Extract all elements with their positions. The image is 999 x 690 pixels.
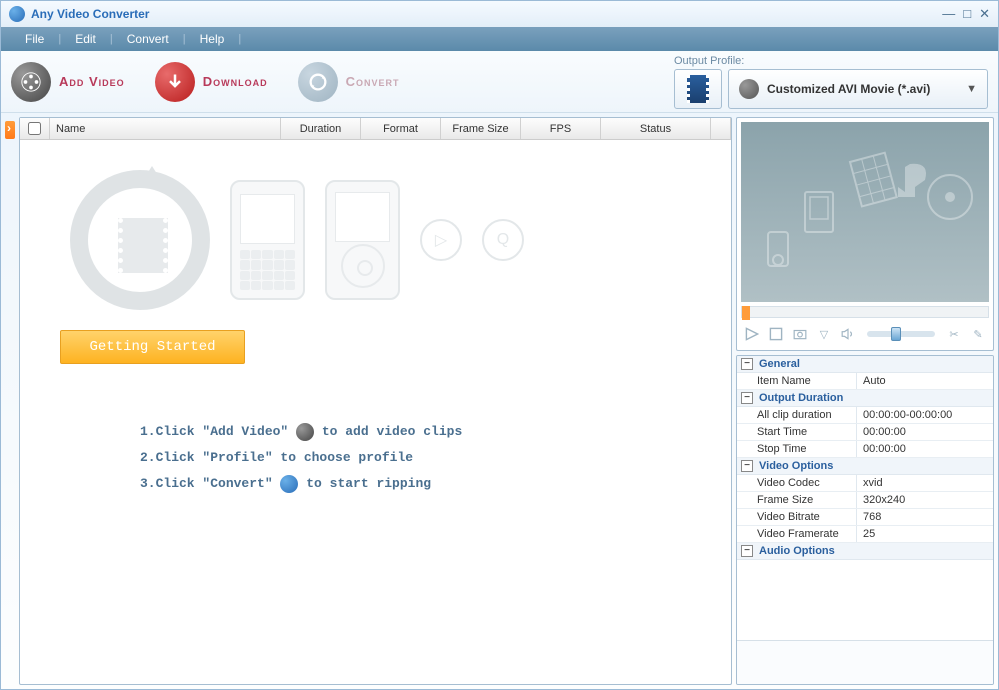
col-checkbox [20,118,50,139]
properties-panel: −General Item NameAuto −Output Duration … [736,355,994,685]
app-icon [9,6,25,22]
download-label: Download [203,74,268,89]
instruction-3: 3.Click "Convert" to start ripping [140,471,711,497]
section-video-options[interactable]: −Video Options [737,458,993,475]
app-title: Any Video Converter [31,7,149,21]
ipod-device-icon [325,180,400,300]
col-frame-size[interactable]: Frame Size [441,118,521,139]
expand-button[interactable]: ▽ [815,325,833,343]
instructions: 1.Click "Add Video" to add video clips 2… [140,419,711,497]
app-window: Any Video Converter — □ ✕ File| Edit| Co… [0,0,999,690]
settings-button[interactable]: ✎ [969,325,987,343]
film-reel-icon [11,62,51,102]
col-status[interactable]: Status [601,118,711,139]
getting-started-button[interactable]: Getting Started [60,330,245,364]
col-name[interactable]: Name [50,118,281,139]
window-controls: — □ ✕ [942,6,990,22]
select-all-checkbox[interactable] [28,122,41,135]
collapse-icon[interactable]: − [741,545,753,557]
collapse-icon[interactable]: − [741,460,753,472]
menu-edit[interactable]: Edit [61,32,110,46]
col-extra [711,118,731,139]
menu-convert[interactable]: Convert [113,32,183,46]
maximize-button[interactable]: □ [963,6,971,22]
menu-help[interactable]: Help [186,32,239,46]
cut-button[interactable]: ✂ [945,325,963,343]
instruction-2: 2.Click "Profile" to choose profile [140,445,711,471]
titlebar: Any Video Converter — □ ✕ [1,1,998,27]
convert-button[interactable]: Convert [298,62,400,102]
preview-area [741,122,989,302]
quicktime-circle-icon: Q [482,219,524,261]
section-output-duration[interactable]: −Output Duration [737,390,993,407]
film-strip-icon [687,75,709,103]
output-profile-label: Output Profile: [674,55,988,67]
play-circle-icon: ▷ [420,219,462,261]
profile-select[interactable]: Customized AVI Movie (*.avi) ▼ [728,69,988,109]
convert-label: Convert [346,74,400,89]
table-body: ▷ Q Getting Started 1.Click "Add Video" … [20,140,731,684]
prop-frame-size[interactable]: Frame Size320x240 [737,492,993,509]
stop-button[interactable] [767,325,785,343]
phone-device-icon [230,180,305,300]
chevron-down-icon: ▼ [966,83,977,95]
video-table-header: Name Duration Format Frame Size FPS Stat… [20,118,731,140]
prop-video-bitrate[interactable]: Video Bitrate768 [737,509,993,526]
prop-video-codec[interactable]: Video Codecxvid [737,475,993,492]
output-profile-area: Output Profile: Customized AVI Movie (*.… [674,55,988,109]
side-panel-handle[interactable] [5,121,15,139]
download-icon [155,62,195,102]
seek-slider[interactable] [741,306,989,318]
volume-slider[interactable] [867,331,935,337]
play-button[interactable] [743,325,761,343]
volume-thumb[interactable] [891,327,901,341]
properties-footer [737,640,993,684]
refresh-circle-icon [70,170,210,310]
menu-file[interactable]: File [11,32,58,46]
minimize-button[interactable]: — [942,6,955,22]
preview-box: ▽ ✂ ✎ [736,117,994,351]
convert-icon [298,62,338,102]
prop-video-framerate[interactable]: Video Framerate25 [737,526,993,543]
prop-stop-time[interactable]: Stop Time00:00:00 [737,441,993,458]
properties-scroll[interactable]: −General Item NameAuto −Output Duration … [737,356,993,640]
collapse-icon[interactable]: − [741,392,753,404]
inline-convert-icon [280,475,298,493]
player-controls: ▽ ✂ ✎ [741,322,989,346]
prop-item-name[interactable]: Item NameAuto [737,373,993,390]
content-area: Name Duration Format Frame Size FPS Stat… [1,113,998,689]
col-format[interactable]: Format [361,118,441,139]
col-fps[interactable]: FPS [521,118,601,139]
col-duration[interactable]: Duration [281,118,361,139]
download-button[interactable]: Download [155,62,268,102]
profile-selected-text: Customized AVI Movie (*.avi) [767,82,930,96]
section-general[interactable]: −General [737,356,993,373]
instruction-1: 1.Click "Add Video" to add video clips [140,419,711,445]
add-video-button[interactable]: Add Video [11,62,125,102]
prop-all-clip-duration[interactable]: All clip duration00:00:00-00:00:00 [737,407,993,424]
add-video-label: Add Video [59,74,125,89]
collapse-icon[interactable]: − [741,358,753,370]
seek-thumb[interactable] [742,306,750,320]
menubar: File| Edit| Convert| Help| [1,27,998,51]
main-panel: Name Duration Format Frame Size FPS Stat… [19,117,732,685]
close-button[interactable]: ✕ [979,6,990,22]
inline-film-icon [296,423,314,441]
toolbar: Add Video Download Convert Output Profil… [1,51,998,113]
profile-icon-button[interactable] [674,69,722,109]
placeholder-illustration: ▷ Q [70,170,711,310]
gear-icon [739,79,759,99]
volume-button[interactable] [839,325,857,343]
snapshot-button[interactable] [791,325,809,343]
section-audio-options[interactable]: −Audio Options [737,543,993,560]
prop-start-time[interactable]: Start Time00:00:00 [737,424,993,441]
right-panel: ▽ ✂ ✎ −General Item NameAuto −Output Dur… [736,117,994,685]
